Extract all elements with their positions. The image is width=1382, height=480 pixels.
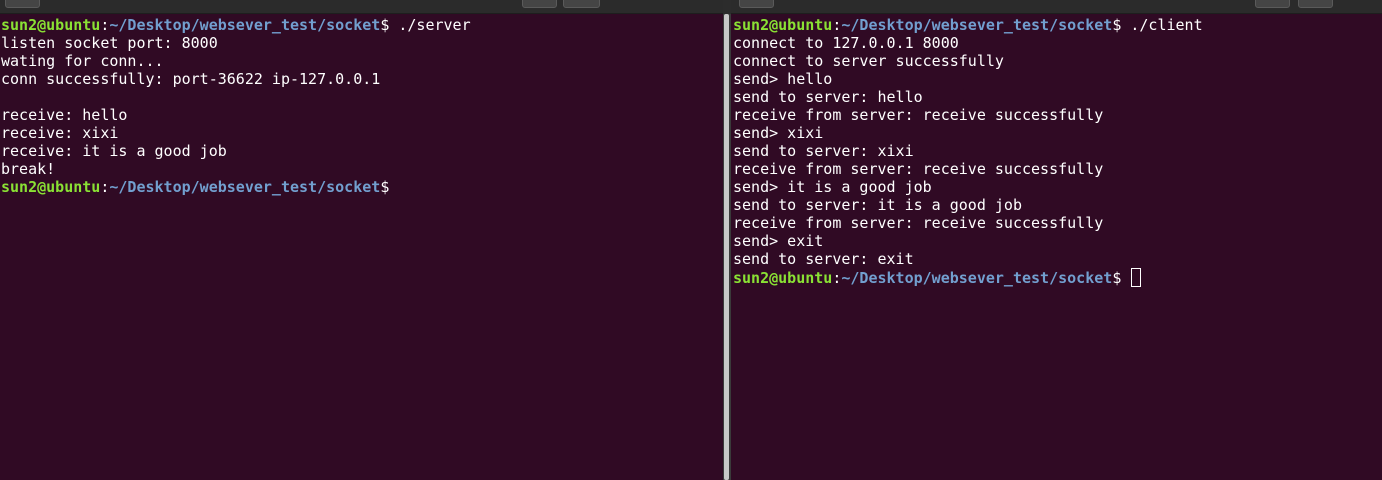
output-line: conn successfully: port-36622 ip-127.0.0… — [1, 70, 381, 88]
output-line: receive from server: receive successfull… — [733, 106, 1104, 124]
right-tab-button[interactable] — [739, 0, 774, 8]
prompt-line: sun2@ubuntu:~/Desktop/websever_test/sock… — [1, 16, 723, 34]
prompt-path: ~/Desktop/websever_test/socket — [841, 269, 1113, 287]
output-line: connect to 127.0.0.1 8000 — [733, 34, 959, 52]
left-menu-button[interactable] — [563, 0, 600, 8]
prompt-symbol: $ — [380, 178, 390, 196]
pane-divider[interactable] — [723, 14, 731, 480]
output-line: receive: xixi — [1, 124, 119, 142]
client-command: ./client — [1121, 16, 1203, 34]
output-line: receive from server: receive successfull… — [733, 214, 1104, 232]
prompt-line: sun2@ubuntu:~/Desktop/websever_test/sock… — [733, 268, 1382, 287]
output-line: wating for conn... — [1, 52, 164, 70]
screen: sun2@ubuntu:~/Desktop/websever_test/sock… — [0, 0, 1382, 480]
prompt-path: ~/Desktop/websever_test/socket — [109, 178, 381, 196]
client-terminal-output: sun2@ubuntu:~/Desktop/websever_test/sock… — [731, 14, 1382, 287]
prompt-user: sun2@ubuntu — [733, 269, 833, 287]
prompt-line: sun2@ubuntu:~/Desktop/websever_test/sock… — [733, 16, 1382, 34]
prompt-path: ~/Desktop/websever_test/socket — [841, 16, 1113, 34]
output-line: listen socket port: 8000 — [1, 34, 218, 52]
prompt-user: sun2@ubuntu — [1, 178, 101, 196]
output-line: send> it is a good job — [733, 178, 932, 196]
text-cursor — [1131, 268, 1142, 287]
prompt-user: sun2@ubuntu — [1, 16, 101, 34]
client-terminal[interactable]: sun2@ubuntu:~/Desktop/websever_test/sock… — [731, 14, 1382, 480]
output-line: receive: hello — [1, 106, 128, 124]
server-terminal-output: sun2@ubuntu:~/Desktop/websever_test/sock… — [0, 14, 723, 196]
prompt-symbol: $ — [380, 16, 390, 34]
output-line: receive from server: receive successfull… — [733, 160, 1104, 178]
output-line: send> xixi — [733, 124, 824, 142]
prompt-line: sun2@ubuntu:~/Desktop/websever_test/sock… — [1, 178, 723, 196]
prompt-path: ~/Desktop/websever_test/socket — [109, 16, 381, 34]
output-line: send> hello — [733, 70, 833, 88]
prompt-symbol: $ — [1112, 16, 1122, 34]
left-terminal-titlebar — [0, 0, 723, 14]
server-terminal[interactable]: sun2@ubuntu:~/Desktop/websever_test/sock… — [0, 14, 723, 480]
left-search-button[interactable] — [522, 0, 557, 8]
left-tab-button[interactable] — [5, 0, 40, 8]
output-line: send> exit — [733, 232, 824, 250]
prompt-symbol: $ — [1112, 269, 1122, 287]
output-line: receive: it is a good job — [1, 142, 227, 160]
output-line: connect to server successfully — [733, 52, 1004, 70]
output-line: break! — [1, 160, 56, 178]
pane-divider-handle[interactable] — [724, 14, 729, 480]
output-line: send to server: hello — [733, 88, 923, 106]
right-search-button[interactable] — [1255, 0, 1290, 8]
output-line: send to server: exit — [733, 250, 914, 268]
right-terminal-titlebar — [731, 0, 1382, 14]
right-menu-button[interactable] — [1298, 0, 1333, 8]
output-line: send to server: xixi — [733, 142, 914, 160]
prompt-user: sun2@ubuntu — [733, 16, 833, 34]
output-line: send to server: it is a good job — [733, 196, 1022, 214]
server-command: ./server — [389, 16, 471, 34]
